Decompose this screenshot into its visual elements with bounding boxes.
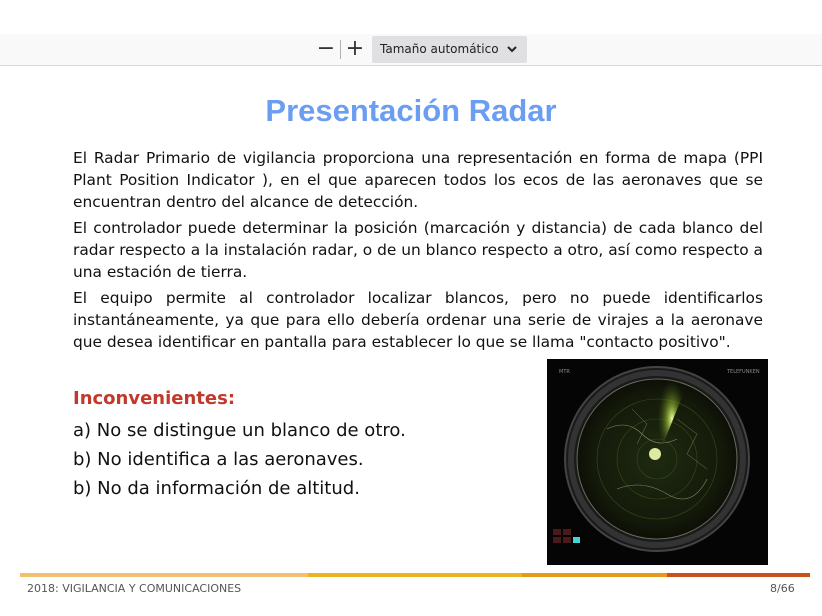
paragraph-3: El equipo permite al controlador localiz… (73, 289, 763, 351)
zoom-out-button[interactable]: − (314, 38, 338, 61)
minus-icon: − (316, 36, 336, 61)
zoom-in-button[interactable]: + (343, 38, 367, 61)
inconveniente-item: b) No da información de altitud. (73, 478, 360, 499)
top-strip (0, 0, 822, 34)
inconvenientes-heading: Inconvenientes: (73, 388, 236, 409)
pdf-toolbar: − + Tamaño automático (0, 34, 822, 66)
radar-label-left: MTR (559, 369, 570, 375)
slide-page: Presentación Radar El Radar Primario de … (0, 66, 822, 616)
plus-icon: + (345, 36, 365, 61)
inconveniente-item: a) No se distingue un blanco de otro. (73, 420, 406, 441)
radar-label-right: TELEFUNKEN (726, 369, 760, 375)
radar-ppi-image: MTR TELEFUNKEN (547, 359, 768, 565)
slide-title: Presentación Radar (265, 93, 557, 128)
zoom-select-value: Tamaño automático (380, 42, 499, 56)
footer-color-bar (20, 573, 810, 577)
toolbar-separator (340, 40, 341, 59)
paragraph-2: El controlador puede determinar la posic… (73, 219, 763, 281)
zoom-select[interactable]: Tamaño automático (372, 36, 527, 63)
inconveniente-item: b) No identifica a las aeronaves. (73, 449, 364, 470)
footer-course-label: 2018: VIGILANCIA Y COMUNICACIONES (27, 582, 242, 595)
paragraph-1: El Radar Primario de vigilancia proporci… (73, 149, 763, 211)
footer-page-number: 8/66 (770, 582, 795, 595)
